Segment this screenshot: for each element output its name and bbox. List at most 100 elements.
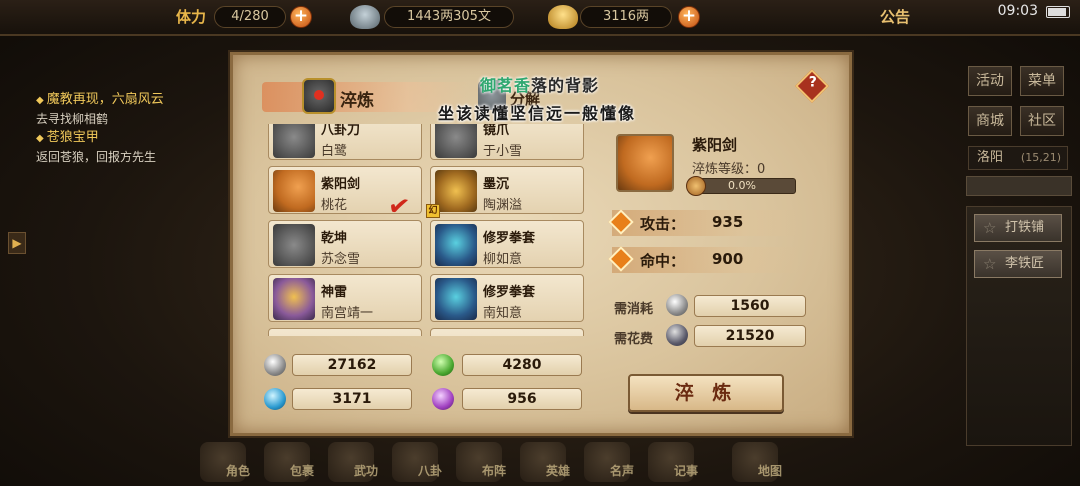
equipment-item[interactable] <box>268 328 422 336</box>
attack-stat: 攻击： 935 <box>608 209 802 236</box>
item-owner: 于小雪 <box>483 144 523 159</box>
copper-value: 1443两305文 <box>384 6 514 28</box>
green-ore-count: 4280 <box>462 354 582 376</box>
diamond-bullet-icon: ◆ <box>36 95 44 106</box>
location-display: 洛阳 (15,21) <box>968 146 1068 170</box>
item-owner: 苏念雪 <box>321 252 361 267</box>
formation-menu-label: 布阵 <box>482 464 507 478</box>
npc-label: 打铁铺 <box>1005 220 1045 235</box>
hit-label: 命中： <box>640 252 686 270</box>
activity-button[interactable]: 活动 <box>968 66 1012 96</box>
equipment-item[interactable]: 八卦刀 白鹭 <box>268 124 422 160</box>
equipment-item[interactable]: 修罗拳套 南知意 <box>430 274 584 322</box>
bag-menu-label: 包裹 <box>290 464 315 478</box>
weapon-sword-icon <box>273 170 315 212</box>
item-name: 神雷 <box>321 285 348 300</box>
item-name: 镜爪 <box>483 124 510 138</box>
npc-blacksmith-li[interactable]: ☆ 李铁匠 <box>974 250 1062 278</box>
equipment-item[interactable]: 乾坤 苏念雪 <box>268 220 422 268</box>
quest-1-desc: 去寻找柳相鹤 <box>36 112 109 126</box>
attack-value: 935 <box>712 213 744 231</box>
weapon-claw-icon <box>435 124 477 158</box>
smelt-button[interactable]: 淬 炼 <box>628 374 784 412</box>
selected-item-name: 紫阳剑 <box>692 136 738 154</box>
journal-menu-label: 记事 <box>674 464 699 478</box>
stamina-value: 4/280 <box>214 6 286 28</box>
weapon-blade-icon <box>273 224 315 266</box>
npc-blacksmith-shop[interactable]: ☆ 打铁铺 <box>974 214 1062 242</box>
gauntlet-icon <box>435 278 477 320</box>
diamond-icon <box>608 246 634 272</box>
equipment-item[interactable]: 神雷 南宫靖一 <box>268 274 422 322</box>
money-pouch-icon <box>666 324 688 346</box>
need-cost-label: 需花费 <box>614 332 654 347</box>
bagua-menu-label: 八卦 <box>418 464 443 478</box>
star-icon: ☆ <box>983 219 997 237</box>
gauntlet-icon <box>435 224 477 266</box>
copper-coin-icon <box>350 5 380 29</box>
map-menu-label: 地图 <box>758 464 783 478</box>
hit-stat: 命中： 900 <box>608 246 802 273</box>
overlay-caption-dark: 落的背影 <box>531 76 600 95</box>
quest-2[interactable]: ◆ 苍狼宝甲 <box>36 128 226 148</box>
purple-ore-icon <box>432 388 454 410</box>
overlay-caption-green: 御茗香 <box>480 76 532 95</box>
equipment-item[interactable] <box>430 328 584 336</box>
item-name: 紫阳剑 <box>321 177 361 192</box>
mini-map-tabs[interactable] <box>966 176 1072 196</box>
armor-icon <box>273 278 315 320</box>
stamina-label: 体力 <box>176 8 207 26</box>
diamond-bullet-icon: ◆ <box>36 133 44 144</box>
announcement-button[interactable]: 公告 <box>880 6 910 27</box>
fame-menu-label: 名声 <box>610 464 635 478</box>
item-name: 墨沉 <box>483 177 510 192</box>
need-consume-label: 需消耗 <box>614 302 654 317</box>
quest-1-title: 魔教再现，六扇风云 <box>46 92 164 107</box>
purple-ore-count: 956 <box>462 388 582 410</box>
battery-icon <box>1046 6 1070 18</box>
add-gold-button[interactable]: + <box>678 6 700 28</box>
overlay-caption-line2: 坐该读懂坚信远一般懂像 <box>438 104 637 123</box>
mall-button[interactable]: 商城 <box>968 106 1012 136</box>
bottom-menu-bar: 角色 包裹 武功 八卦 布阵 英雄 名声 记事 地图 <box>200 440 800 486</box>
star-icon: ☆ <box>983 255 997 273</box>
silver-ore-icon <box>264 354 286 376</box>
item-name: 八卦刀 <box>321 124 361 138</box>
menu-button[interactable]: 菜单 <box>1020 66 1064 96</box>
item-owner: 柳如意 <box>483 252 523 267</box>
hero-menu-label: 英雄 <box>546 464 571 478</box>
add-stamina-button[interactable]: + <box>290 6 312 28</box>
item-owner: 白鹭 <box>321 144 348 159</box>
diamond-icon <box>608 209 634 235</box>
quest-2-desc: 返回苍狼，回报方先生 <box>36 150 157 164</box>
npc-label: 李铁匠 <box>1005 256 1045 271</box>
weapon-hook-icon <box>435 170 477 212</box>
item-owner: 南宫靖一 <box>321 306 374 321</box>
top-resource-bar: 体力 4/280 + 1443两305文 3116两 + 公告 09:03 <box>0 0 1080 36</box>
npc-panel <box>966 206 1072 446</box>
silver-ore-count: 27162 <box>292 354 412 376</box>
quest-tracker: ◆ 魔教再现，六扇风云 去寻找柳相鹤 ◆ 苍狼宝甲 返回苍狼，回报方先生 <box>36 90 226 166</box>
selected-check-icon: ✔ <box>386 190 412 224</box>
role-menu-label: 角色 <box>226 464 251 478</box>
game-screen: 体力 4/280 + 1443两305文 3116两 + 公告 09:03 ◆ 魔… <box>0 0 1080 486</box>
need-consume-value: 1560 <box>694 295 806 317</box>
clock: 09:03 <box>997 3 1038 19</box>
community-button[interactable]: 社区 <box>1020 106 1064 136</box>
location-coords: (15,21) <box>1020 151 1061 164</box>
silver-ore-icon <box>666 294 688 316</box>
martial-menu-label: 武功 <box>354 464 379 478</box>
item-name: 修罗拳套 <box>483 231 536 246</box>
quest-1[interactable]: ◆ 魔教再现，六扇风云 <box>36 90 226 110</box>
location-name: 洛阳 <box>977 150 1004 165</box>
equipment-item[interactable]: 修罗拳套 柳如意 <box>430 220 584 268</box>
equipment-item[interactable]: 墨沉 陶渊溢 <box>430 166 584 214</box>
expand-arrow-icon[interactable]: ▶ <box>8 232 26 254</box>
equipment-item[interactable]: 镜爪 于小雪 <box>430 124 584 160</box>
green-ore-icon <box>432 354 454 376</box>
item-name: 乾坤 <box>321 231 348 246</box>
blue-ore-count: 3171 <box>292 388 412 410</box>
need-cost-value: 21520 <box>694 325 806 347</box>
illusion-badge: 幻 <box>426 204 440 218</box>
equipment-list[interactable]: 八卦刀 白鹭 镜爪 于小雪 紫阳剑 桃花 墨沉 陶渊溢 乾坤 苏念雪 修罗拳套 … <box>266 124 586 336</box>
